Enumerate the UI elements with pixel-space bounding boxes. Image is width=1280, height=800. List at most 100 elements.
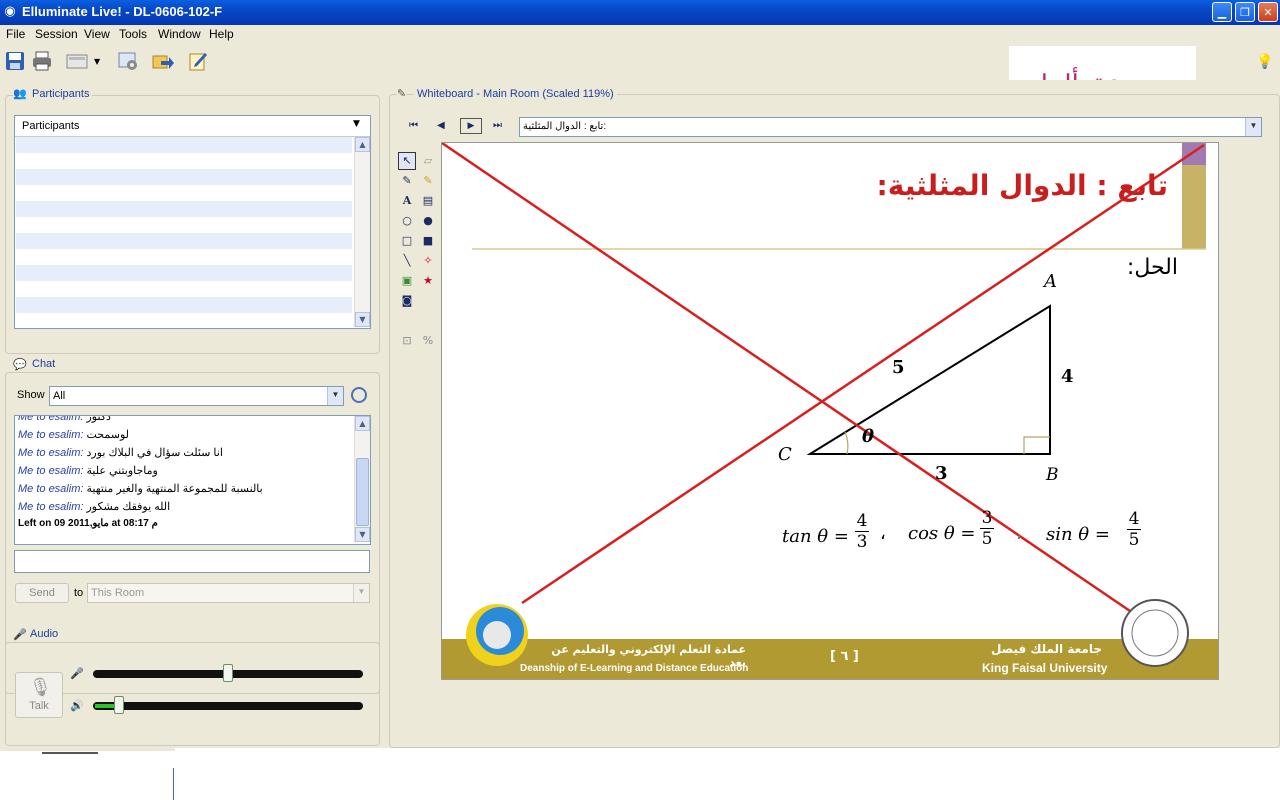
footer-university-arabic: جامعة الملك فيصل — [990, 642, 1102, 656]
talk-button[interactable]: 🎙 Talk — [15, 672, 63, 718]
page-select[interactable]: تابع : الدوال المثلثية: ▼ — [519, 117, 1262, 137]
toolbar: ▼ عقدألماس 💡 — [0, 44, 1280, 128]
zoom-fit-tool-icon[interactable]: ⊡ — [400, 334, 414, 348]
chat-scrollbar[interactable]: ▲ ▼ — [354, 416, 370, 542]
vertex-a-label: A — [1044, 271, 1057, 292]
chat-message: Me to esalim: بالنسبة للمجموعة المنتهية … — [18, 483, 263, 495]
chat-title: Chat — [29, 358, 59, 370]
notes-icon[interactable] — [187, 50, 209, 72]
eraser-tool-icon[interactable]: ▱ — [421, 154, 435, 168]
list-item — [16, 297, 352, 313]
rectangle-tool-icon[interactable]: □ — [400, 234, 414, 248]
vertex-c-label: C — [778, 444, 792, 465]
audio-title: Audio — [27, 628, 62, 640]
chevron-down-icon[interactable]: ▼ — [327, 387, 343, 405]
mic-volume-thumb[interactable] — [223, 664, 233, 682]
layout-icon[interactable] — [66, 50, 88, 72]
select-tool-icon[interactable]: ↖ — [398, 152, 416, 170]
menu-window[interactable]: Window — [158, 27, 201, 41]
participants-icon: 👥 — [13, 87, 29, 101]
text-tool-icon[interactable]: A — [400, 194, 414, 208]
scale-tool-icon[interactable]: % — [421, 334, 435, 348]
clock-icon[interactable] — [351, 387, 367, 403]
sin-fraction: 4 5 — [1127, 509, 1141, 550]
speaker-volume-slider[interactable] — [93, 696, 363, 714]
image-tool-icon[interactable]: ▣ — [400, 274, 414, 288]
highlighter-tool-icon[interactable]: ✎ — [421, 174, 435, 188]
clipart-tool-icon[interactable]: ★ — [421, 274, 435, 288]
show-filter-value: All — [53, 390, 66, 402]
participants-list[interactable]: Participants ▼ ▲ ▼ — [14, 115, 371, 329]
scroll-up-icon[interactable]: ▲ — [355, 137, 370, 152]
filled-circle-tool-icon[interactable]: ● — [421, 214, 435, 228]
last-page-icon[interactable]: ⏭ — [493, 120, 502, 131]
participants-header[interactable]: Participants ▼ — [15, 116, 370, 137]
chat-message: Me to esalim: وماجاوبتني علية — [18, 465, 158, 477]
circle-tool-icon[interactable]: ○ — [400, 214, 414, 228]
first-page-icon[interactable]: ⏮ — [409, 120, 418, 131]
solution-label: الحل: — [1126, 255, 1178, 280]
chevron-down-icon[interactable]: ▼ — [353, 584, 369, 602]
scroll-up-icon[interactable]: ▲ — [355, 416, 370, 431]
menu-help[interactable]: Help — [209, 27, 234, 41]
participants-menu-icon[interactable]: ▼ — [353, 119, 360, 129]
mic-volume-slider[interactable] — [93, 664, 363, 682]
list-item — [16, 265, 352, 281]
menu-view[interactable]: View — [84, 27, 110, 41]
slide-canvas — [442, 143, 1218, 679]
menu-session[interactable]: Session — [35, 27, 78, 41]
chat-icon: 💬 — [13, 358, 29, 371]
maximize-button[interactable]: ❐ — [1235, 2, 1255, 22]
footer-deanship-english: Deanship of E-Learning and Distance Educ… — [520, 663, 749, 674]
participants-scrollbar[interactable]: ▲ ▼ — [354, 137, 370, 327]
chat-message-input[interactable] — [14, 550, 370, 573]
lightbulb-icon[interactable]: 💡 — [1256, 54, 1273, 70]
text-box-tool-icon[interactable]: ▤ — [421, 194, 435, 208]
whiteboard-title: Whiteboard - Main Room (Scaled 119%) — [414, 88, 617, 100]
app-icon: ◉ — [4, 4, 16, 19]
hypotenuse-label: 5 — [892, 357, 905, 378]
show-label: Show — [17, 389, 45, 401]
pen-tool-icon[interactable]: ✎ — [400, 174, 414, 188]
magic-wand-tool-icon[interactable]: ✧ — [421, 254, 435, 268]
chat-scroll-thumb[interactable] — [356, 458, 369, 526]
menu-file[interactable]: File — [6, 27, 25, 41]
preferences-icon[interactable] — [117, 50, 139, 72]
whiteboard-slide[interactable]: تابع : الدوال المثلثية: الحل: A B C 5 4 … — [441, 142, 1219, 680]
transfer-icon[interactable] — [152, 50, 174, 72]
chat-message: Me to esalim: الله يوفقك مشكور — [18, 501, 171, 513]
base-side-label: 3 — [935, 463, 948, 484]
line-tool-icon[interactable]: ╲ — [400, 254, 414, 268]
minimize-button[interactable]: ▁ — [1212, 2, 1232, 22]
previous-page-icon[interactable]: ◀ — [437, 120, 445, 131]
menu-tools[interactable]: Tools — [119, 27, 147, 41]
layout-dropdown-icon[interactable]: ▼ — [94, 57, 100, 66]
speaker-volume-thumb[interactable] — [114, 696, 124, 714]
send-button[interactable]: Send — [15, 583, 69, 603]
vertex-b-label: B — [1046, 465, 1059, 485]
chevron-down-icon[interactable]: ▼ — [1245, 118, 1261, 136]
chat-message: Me to esalim: لوسمحت — [18, 429, 129, 441]
scroll-down-icon[interactable]: ▼ — [355, 312, 370, 327]
pen-icon: ✎ — [397, 87, 407, 100]
scroll-down-icon[interactable]: ▼ — [355, 527, 370, 542]
right-angle-mark — [1023, 436, 1050, 454]
screen-capture-tool-icon[interactable]: ◙ — [400, 294, 414, 308]
bottom-strip — [0, 748, 1280, 800]
close-button[interactable]: ✕ — [1258, 2, 1278, 22]
recipient-select[interactable]: This Room ▼ — [87, 583, 370, 603]
speaker-icon: 🔊 — [70, 699, 84, 712]
to-label: to — [74, 587, 84, 599]
show-filter-select[interactable]: All ▼ — [49, 386, 344, 406]
list-item — [16, 185, 352, 201]
save-icon[interactable] — [4, 50, 26, 72]
title-bar: ◉ Elluminate Live! - DL-0606-102-F ▁ ❐ ✕ — [0, 0, 1280, 25]
page-select-value: تابع : الدوال المثلثية: — [523, 121, 607, 132]
chat-transcript[interactable]: Me to esalim: دكتور Me to esalim: لوسمحت… — [14, 415, 371, 545]
list-item — [16, 201, 352, 217]
print-icon[interactable] — [31, 50, 53, 72]
next-page-icon[interactable]: ▶ — [460, 118, 482, 134]
participants-title: Participants — [29, 88, 93, 100]
angle-label: θ — [862, 426, 875, 447]
filled-rectangle-tool-icon[interactable]: ■ — [421, 234, 435, 248]
